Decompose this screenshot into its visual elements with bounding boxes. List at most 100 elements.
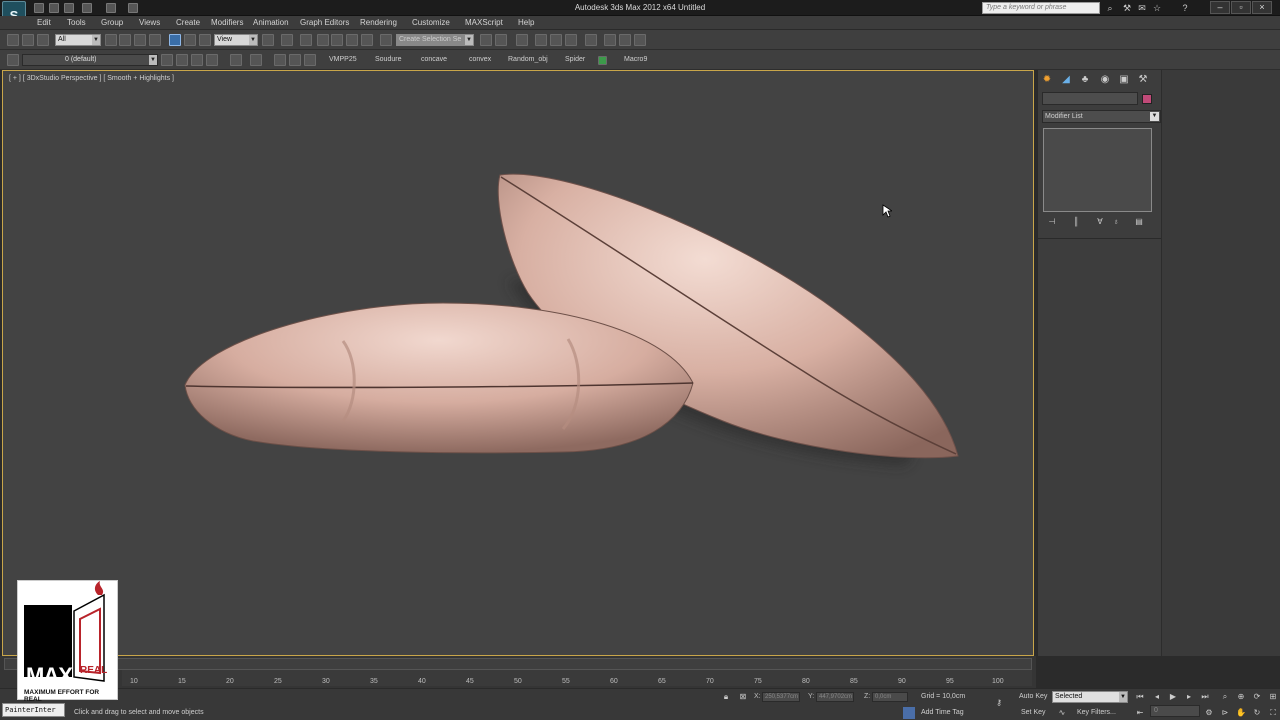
key-mode-dropdown[interactable]: Selected ▼	[1052, 691, 1128, 703]
maximize-button[interactable]: ▫	[1231, 1, 1251, 14]
show-end-result-icon[interactable]: ║	[1069, 216, 1083, 228]
close-button[interactable]: ×	[1252, 1, 1272, 14]
rendered-frame-icon[interactable]	[619, 34, 631, 46]
macro-random-obj-button[interactable]: Random_obj	[508, 56, 548, 63]
render-setup-icon[interactable]	[604, 34, 616, 46]
motion-tab-icon[interactable]: ◉	[1098, 74, 1112, 86]
set-current-layer-icon[interactable]	[206, 54, 218, 66]
select-by-name-icon[interactable]	[119, 34, 131, 46]
pin-stack-icon[interactable]: ⊣	[1045, 216, 1059, 228]
snap-grid-icon[interactable]	[250, 54, 262, 66]
keyboard-shortcut-icon[interactable]	[300, 34, 312, 46]
modify-tab-icon[interactable]: ◢	[1059, 74, 1073, 86]
next-frame-icon[interactable]: ▸	[1183, 691, 1195, 703]
macro-vmpp25-button[interactable]: VMPP25	[329, 56, 357, 63]
menu-edit[interactable]: Edit	[37, 18, 51, 27]
play-icon[interactable]: ▶	[1167, 691, 1179, 703]
unlink-icon[interactable]	[22, 34, 34, 46]
field-of-view-icon[interactable]: ⊳	[1219, 707, 1231, 719]
set-key-icon[interactable]: ⚷	[993, 697, 1005, 709]
macro-spider-button[interactable]: Spider	[565, 56, 585, 63]
menu-views[interactable]: Views	[139, 18, 160, 27]
layer-manager-icon[interactable]	[7, 54, 19, 66]
go-to-start-icon[interactable]: ⏮	[1134, 691, 1146, 703]
open-file-icon[interactable]	[49, 3, 59, 13]
add-time-tag-button[interactable]: Add Time Tag	[921, 709, 964, 716]
lock-selection-icon[interactable]: 🔒︎	[720, 691, 732, 703]
set-key-button[interactable]: Set Key	[1021, 709, 1046, 716]
named-selection-dropdown[interactable]: Create Selection Se ▼	[396, 34, 474, 46]
make-unique-icon[interactable]: ∀	[1093, 216, 1107, 228]
render-production-icon[interactable]	[634, 34, 646, 46]
align-view-icon[interactable]	[230, 54, 242, 66]
time-tag-icon[interactable]	[903, 707, 915, 719]
selection-filter-dropdown[interactable]: All ▼	[55, 34, 101, 46]
menu-graph-editors[interactable]: Graph Editors	[300, 18, 349, 27]
select-in-layer-icon[interactable]	[191, 54, 203, 66]
material-editor-icon[interactable]	[585, 34, 597, 46]
subscription-icon[interactable]: ⚒	[1122, 3, 1132, 13]
reference-coord-dropdown[interactable]: View ▼	[214, 34, 258, 46]
layer-dropdown[interactable]: 0 (default) ▼	[22, 54, 158, 66]
key-filter-icon[interactable]: ∿	[1056, 707, 1068, 719]
maximize-viewport-icon[interactable]: ⛶	[1267, 707, 1279, 719]
minimize-button[interactable]: –	[1210, 1, 1230, 14]
pivot-center-icon[interactable]	[262, 34, 274, 46]
new-file-icon[interactable]	[34, 3, 44, 13]
rectangle-selection-icon[interactable]	[134, 34, 146, 46]
perspective-viewport[interactable]: [ + ] [ 3DxStudio Perspective ] [ Smooth…	[2, 70, 1034, 656]
macro-concave-button[interactable]: concave	[421, 56, 447, 63]
menu-customize[interactable]: Customize	[412, 18, 450, 27]
curve-editor-icon[interactable]	[550, 34, 562, 46]
select-and-scale-icon[interactable]	[199, 34, 211, 46]
zoom-script-icon[interactable]	[289, 54, 301, 66]
bind-space-warp-icon[interactable]	[37, 34, 49, 46]
layer-manager-icon[interactable]	[516, 34, 528, 46]
menu-create[interactable]: Create	[176, 18, 200, 27]
angle-snap-icon[interactable]	[331, 34, 343, 46]
utilities-tab-icon[interactable]: ⚒	[1136, 74, 1150, 86]
align-icon[interactable]	[495, 34, 507, 46]
orbit-icon[interactable]: ⟳	[1251, 691, 1263, 703]
search-input[interactable]: Type a keyword or phrase	[982, 2, 1100, 14]
project-folder-icon[interactable]	[128, 3, 138, 13]
script-tool-icon[interactable]	[274, 54, 286, 66]
x-coord-field[interactable]: 250,5377cm	[762, 692, 800, 702]
zoom-extents-icon[interactable]: ⊞	[1267, 691, 1279, 703]
spinner-snap-icon[interactable]	[361, 34, 373, 46]
select-and-rotate-icon[interactable]	[184, 34, 196, 46]
undo-icon[interactable]	[82, 3, 92, 13]
time-config-icon[interactable]: ⚙	[1203, 707, 1215, 719]
macro-green-icon[interactable]	[598, 56, 607, 65]
menu-group[interactable]: Group	[101, 18, 123, 27]
select-and-move-icon[interactable]	[169, 34, 181, 46]
menu-help[interactable]: Help	[518, 18, 534, 27]
absolute-mode-icon[interactable]: ⊠	[737, 691, 749, 703]
object-name-field[interactable]	[1042, 92, 1138, 105]
link-icon[interactable]	[7, 34, 19, 46]
remove-modifier-icon[interactable]: ♁	[1109, 216, 1123, 228]
pan-icon[interactable]: ✋	[1235, 707, 1247, 719]
maxscript-listener-field[interactable]: PainterInter	[2, 703, 65, 717]
configure-sets-icon[interactable]: ▤	[1132, 216, 1146, 228]
time-slider[interactable]	[4, 658, 1032, 670]
arc-rotate-icon[interactable]: ↻	[1251, 707, 1263, 719]
communication-icon[interactable]: ✉	[1137, 3, 1147, 13]
key-mode-toggle-icon[interactable]: ⇤	[1134, 707, 1146, 719]
favorites-icon[interactable]: ☆	[1152, 3, 1162, 13]
go-to-end-icon[interactable]: ⏭	[1199, 691, 1211, 703]
redo-icon[interactable]	[106, 3, 116, 13]
graphite-ribbon-icon[interactable]	[535, 34, 547, 46]
menu-maxscript[interactable]: MAXScript	[465, 18, 503, 27]
edit-named-selection-icon[interactable]	[380, 34, 392, 46]
modifier-stack[interactable]	[1043, 128, 1152, 212]
display-tab-icon[interactable]: ▣	[1117, 74, 1131, 86]
zoom-icon[interactable]: ⌕	[1219, 691, 1231, 703]
zoom-all-icon[interactable]: ⊕	[1235, 691, 1247, 703]
menu-animation[interactable]: Animation	[253, 18, 289, 27]
menu-modifiers[interactable]: Modifiers	[211, 18, 243, 27]
binoculars-icon[interactable]: ⌕	[1105, 3, 1115, 13]
create-tab-icon[interactable]: ✹	[1040, 74, 1054, 86]
window-crossing-icon[interactable]	[149, 34, 161, 46]
z-coord-field[interactable]: 0,0cm	[872, 692, 908, 702]
